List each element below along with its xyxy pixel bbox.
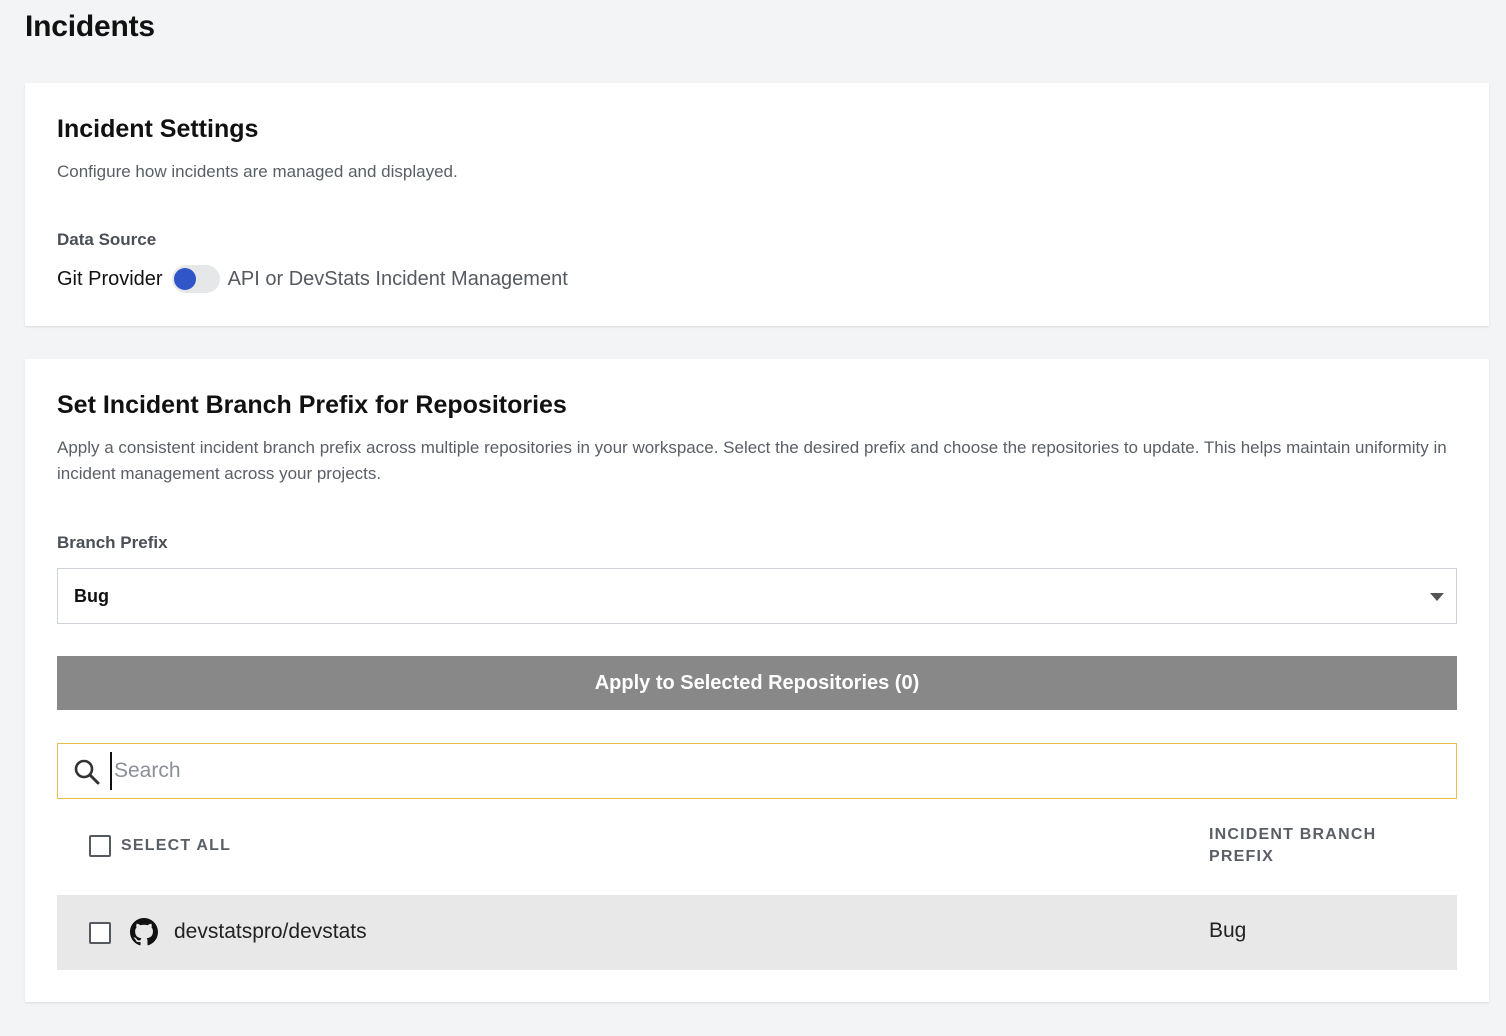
data-source-label: Data Source xyxy=(57,230,157,249)
api-incident-management-option[interactable]: API or DevStats Incident Management xyxy=(228,268,568,291)
data-source-toggle-row: Git Provider API or DevStats Incident Ma… xyxy=(57,264,568,294)
incident-settings-title: Incident Settings xyxy=(57,115,259,143)
search-input[interactable] xyxy=(110,752,1430,790)
branch-prefix-selected-value: Bug xyxy=(74,585,109,606)
incident-branch-prefix-column-header: INCIDENT BRANCH PREFIX xyxy=(1209,826,1377,865)
select-all-label: SELECT ALL xyxy=(121,837,232,854)
caret-down-icon xyxy=(1430,593,1444,601)
branch-prefix-section-title: Set Incident Branch Prefix for Repositor… xyxy=(57,391,567,419)
branch-prefix-select[interactable]: Bug xyxy=(57,568,1457,624)
row-checkbox[interactable] xyxy=(89,922,111,944)
git-provider-option[interactable]: Git Provider xyxy=(57,268,163,291)
repo-branch-prefix: Bug xyxy=(1209,919,1247,942)
data-source-toggle[interactable] xyxy=(171,265,220,293)
select-all[interactable]: SELECT ALL xyxy=(89,835,231,857)
page-title: Incidents xyxy=(25,10,155,43)
branch-prefix-section-description: Apply a consistent incident branch prefi… xyxy=(57,438,1447,483)
github-icon xyxy=(130,918,158,946)
select-all-checkbox[interactable] xyxy=(89,835,111,857)
repository-search xyxy=(57,743,1457,799)
branch-prefix-card: Set Incident Branch Prefix for Repositor… xyxy=(25,359,1489,1002)
apply-to-selected-button[interactable]: Apply to Selected Repositories (0) xyxy=(57,656,1457,710)
incident-settings-card: Incident Settings Configure how incident… xyxy=(25,83,1489,326)
repo-name: devstatspro/devstats xyxy=(174,920,367,943)
branch-prefix-label: Branch Prefix xyxy=(57,533,168,552)
toggle-knob xyxy=(173,268,196,290)
search-icon xyxy=(74,759,100,785)
table-row[interactable]: devstatspro/devstats Bug xyxy=(57,895,1457,970)
incident-settings-description: Configure how incidents are managed and … xyxy=(57,162,458,181)
